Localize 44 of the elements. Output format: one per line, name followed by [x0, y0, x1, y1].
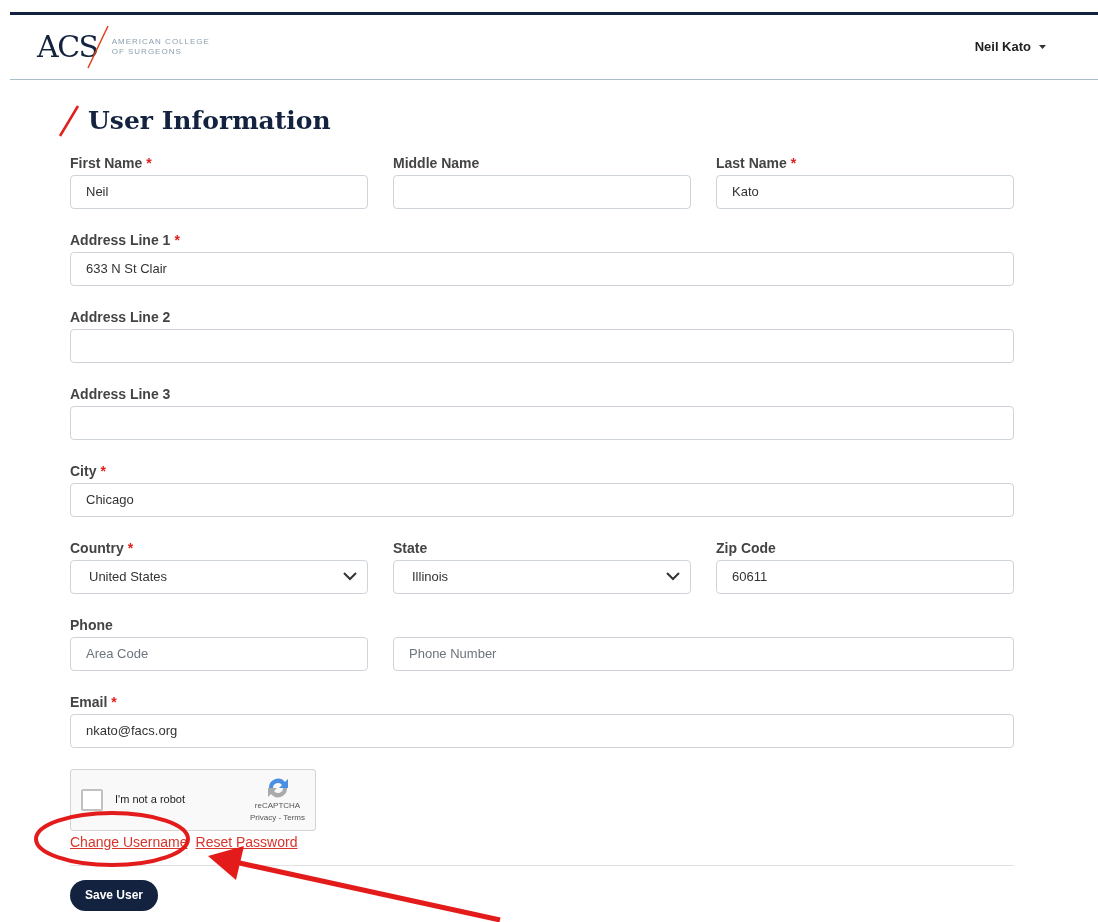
text-link[interactable]: Reset Password [195, 831, 298, 853]
text-field[interactable]: Chicago [70, 482, 1014, 517]
field-label: Zip Code [716, 538, 776, 558]
field-label: Country [70, 538, 124, 558]
required-marker: * [100, 461, 106, 481]
text-field[interactable]: Neil [70, 174, 368, 209]
field-label: City [70, 461, 97, 481]
text-field[interactable]: Phone Number [393, 636, 1014, 671]
field-label: Phone [70, 615, 114, 635]
field-label: State [393, 538, 428, 558]
required-marker: * [146, 153, 152, 173]
field-label: First Name [70, 153, 143, 173]
text-field[interactable]: 60611 [716, 559, 1014, 594]
text-field[interactable] [70, 328, 1014, 363]
user-menu[interactable]: Neil Kato [974, 37, 1046, 57]
slash-icon [58, 104, 80, 137]
field-label: Email [70, 692, 108, 712]
text-field[interactable]: 633 N St Clair [70, 251, 1014, 286]
college-logo[interactable]: ACS AMERICAN COLLEGE OF SURGEONS [37, 25, 210, 69]
field-label: Last Name [716, 153, 787, 173]
required-marker: * [790, 153, 797, 173]
field-label: Middle Name [393, 153, 480, 173]
chevron-down-icon [343, 572, 357, 581]
text-field[interactable] [70, 405, 1014, 440]
required-marker: * [111, 692, 117, 712]
caret-icon [1039, 45, 1046, 49]
captcha-brand: reCAPTCHA [254, 799, 301, 812]
captcha-checkbox[interactable] [81, 788, 103, 811]
chevron-down-icon [666, 572, 680, 581]
field-label: Address Line 3 [70, 384, 171, 404]
text-field[interactable]: Area Code [70, 636, 368, 671]
required-marker: * [127, 538, 134, 558]
field-label: Address Line 2 [70, 307, 171, 327]
select-field[interactable]: Illinois [393, 559, 691, 594]
select-field[interactable]: United States [70, 559, 368, 594]
text-field[interactable]: nkato@facs.org [70, 713, 1014, 748]
text-field[interactable] [393, 174, 691, 209]
captcha-label: I'm not a robot [115, 792, 185, 808]
save-button[interactable]: Save User [70, 879, 159, 911]
text-field[interactable]: Kato [716, 174, 1014, 209]
captcha-links[interactable]: Privacy - Terms [250, 811, 305, 824]
page-title: User Information [88, 105, 331, 137]
required-marker: * [174, 230, 180, 250]
field-label: Address Line 1 [70, 230, 171, 250]
